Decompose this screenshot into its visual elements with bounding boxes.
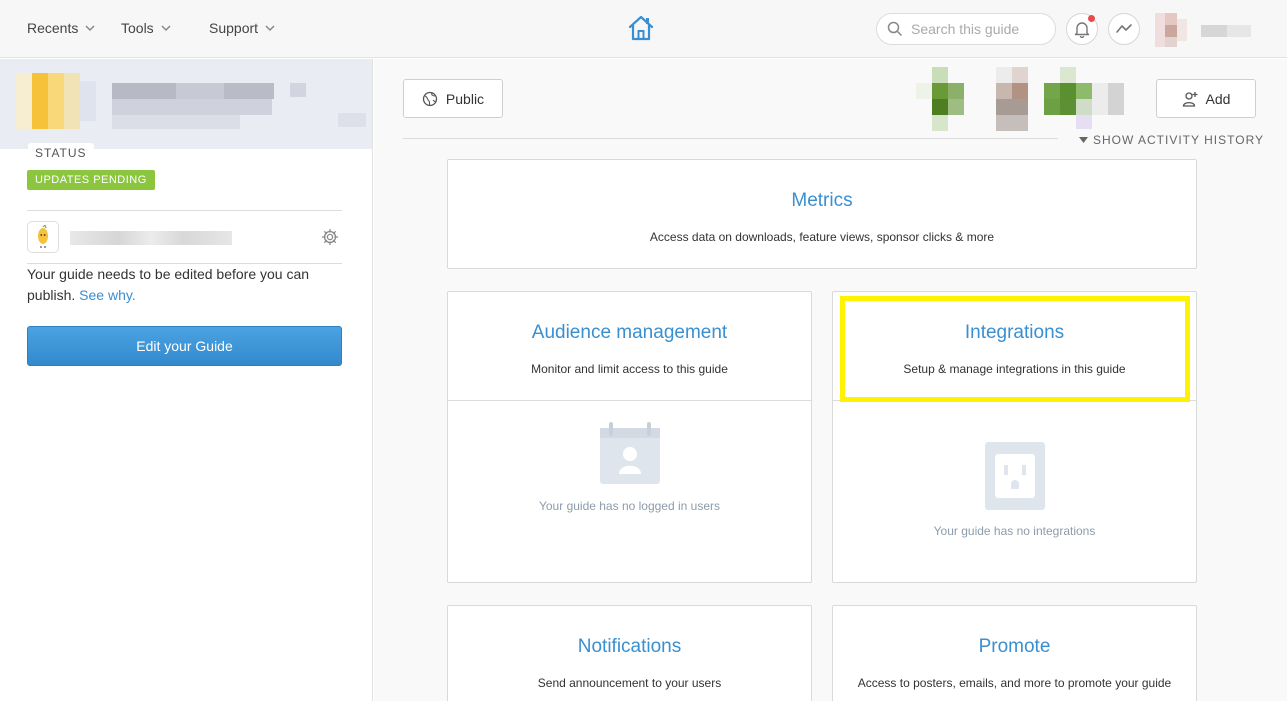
status-badge: UPDATES PENDING	[27, 170, 155, 190]
publish-message: Your guide needs to be edited before you…	[27, 264, 342, 306]
edit-guide-button[interactable]: Edit your Guide	[27, 326, 342, 366]
owner-avatar	[27, 221, 59, 253]
search-field[interactable]	[876, 13, 1056, 45]
divider	[403, 138, 1058, 139]
metrics-card[interactable]: Metrics Access data on downloads, featur…	[447, 159, 1197, 269]
promote-title: Promote	[978, 636, 1051, 657]
bell-icon	[1074, 22, 1090, 38]
home-icon[interactable]	[626, 13, 656, 43]
notification-dot	[1088, 15, 1095, 22]
publish-message-text: Your guide needs to be edited before you…	[27, 266, 310, 303]
nav-recents[interactable]: Recents	[27, 20, 96, 36]
notifications-desc: Send announcement to your users	[537, 676, 722, 690]
nav-recents-label: Recents	[27, 20, 79, 36]
guide-header-image	[0, 59, 372, 149]
calendar-user-icon	[600, 422, 660, 484]
corn-mascot-icon	[38, 225, 48, 248]
audience-desc: Monitor and limit access to this guide	[531, 362, 728, 376]
activity-icon	[1116, 24, 1132, 33]
chevron-down-icon	[265, 25, 275, 32]
nav-support[interactable]: Support	[209, 20, 276, 36]
activity-button[interactable]	[1108, 13, 1140, 45]
collaborator-avatar[interactable]	[1044, 67, 1140, 131]
chevron-down-icon	[161, 25, 171, 32]
top-bar: Recents Tools Support	[0, 0, 1287, 58]
public-label: Public	[445, 90, 485, 107]
promote-desc: Access to posters, emails, and more to p…	[857, 676, 1172, 690]
sidebar: STATUS UPDATES PENDING Your guide needs …	[0, 59, 373, 701]
chevron-down-icon	[85, 25, 95, 32]
activity-label: SHOW ACTIVITY HISTORY	[1093, 133, 1265, 147]
add-label: Add	[1205, 90, 1231, 107]
main-content: Public Add SHOW ACTIVITY HISTORY Metrics…	[374, 59, 1287, 701]
divider	[27, 210, 342, 211]
power-outlet-icon	[985, 442, 1045, 510]
owner-name-redacted	[70, 231, 232, 245]
collaborator-avatar[interactable]	[996, 67, 1034, 131]
promote-card[interactable]: Promote Access to posters, emails, and m…	[832, 605, 1197, 701]
notifications-title: Notifications	[577, 636, 682, 657]
audience-empty-text: Your guide has no logged in users	[538, 499, 721, 513]
user-avatar-menu[interactable]	[1155, 13, 1251, 47]
add-user-button[interactable]: Add	[1156, 79, 1256, 118]
caret-down-icon	[1079, 137, 1088, 143]
gear-icon[interactable]	[321, 228, 339, 246]
nav-tools-label: Tools	[121, 20, 154, 36]
metrics-title: Metrics	[791, 190, 853, 211]
show-activity-history[interactable]: SHOW ACTIVITY HISTORY	[1079, 133, 1264, 147]
collaborator-avatar[interactable]	[916, 67, 980, 131]
nav-tools[interactable]: Tools	[121, 20, 172, 36]
audience-title: Audience management	[531, 322, 728, 343]
see-why-link[interactable]: See why.	[79, 287, 136, 303]
globe-icon	[422, 91, 438, 106]
search-input[interactable]	[911, 21, 1041, 37]
nav-support-label: Support	[209, 20, 259, 36]
notifications-button[interactable]	[1066, 13, 1098, 45]
integrations-highlight	[840, 296, 1190, 402]
public-button[interactable]: Public	[403, 79, 503, 118]
divider	[448, 400, 811, 401]
add-user-icon	[1182, 91, 1198, 107]
metrics-desc: Access data on downloads, feature views,…	[649, 230, 995, 244]
audience-management-card[interactable]: Audience management Monitor and limit ac…	[447, 291, 812, 583]
search-icon	[887, 21, 903, 37]
integrations-empty-text: Your guide has no integrations	[933, 524, 1096, 538]
status-label: STATUS	[28, 143, 94, 163]
notifications-card[interactable]: Notifications Send announcement to your …	[447, 605, 812, 701]
